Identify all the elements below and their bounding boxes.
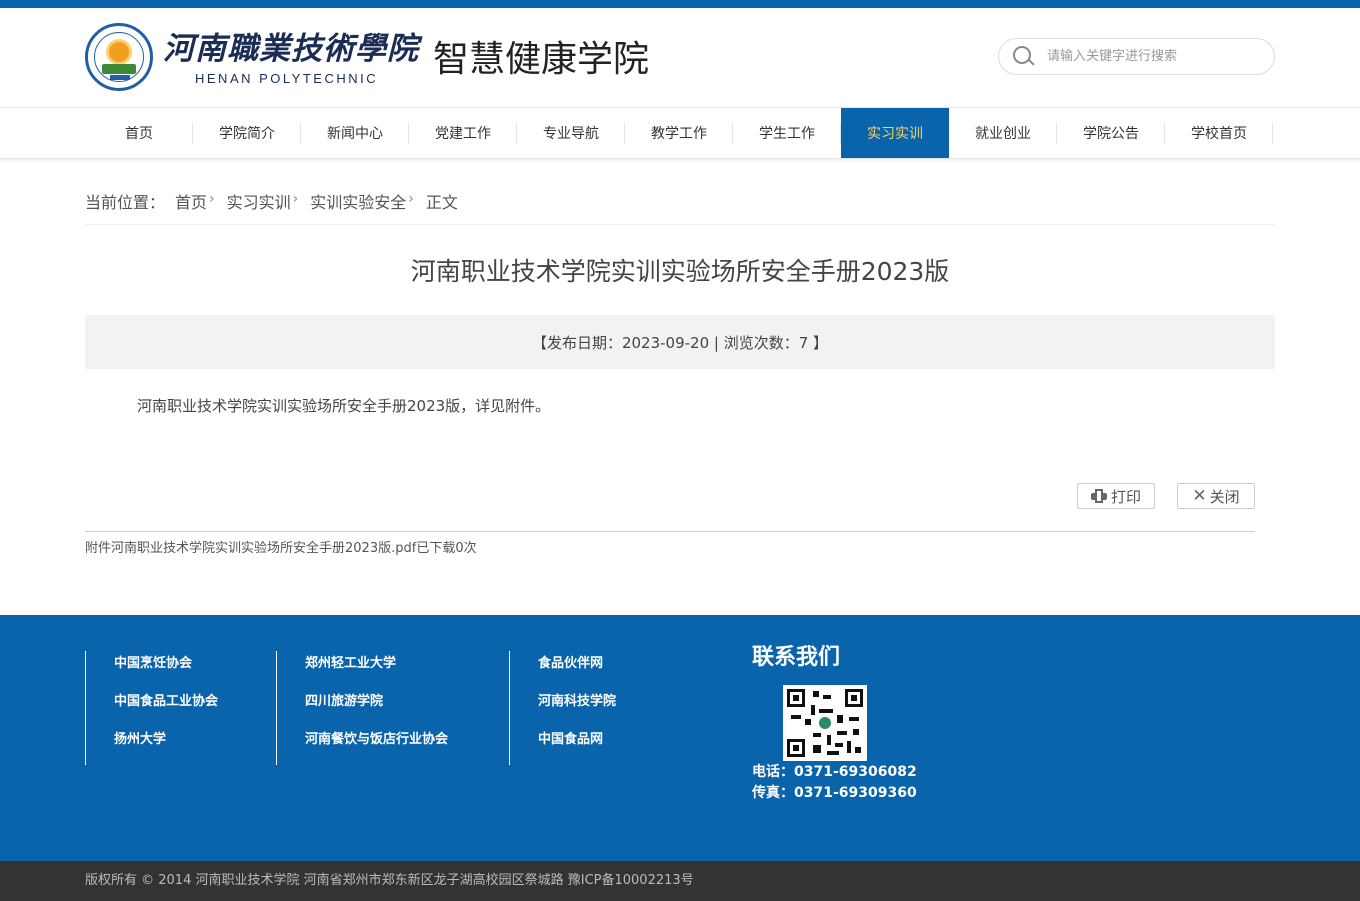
nav-item-notices[interactable]: 学院公告 xyxy=(1057,108,1165,158)
footer-link[interactable]: 四川旅游学院 xyxy=(277,689,508,727)
search-icon[interactable] xyxy=(1013,45,1035,68)
breadcrumb-home[interactable]: 首页 xyxy=(175,189,207,213)
footer-link[interactable]: 扬州大学 xyxy=(86,727,275,765)
footer-link[interactable]: 河南科技学院 xyxy=(510,689,709,727)
nav-item-majors[interactable]: 专业导航 xyxy=(517,108,625,158)
close-icon: ✕ xyxy=(1192,486,1207,506)
nav-item-about[interactable]: 学院简介 xyxy=(193,108,301,158)
breadcrumb-sep-icon: › xyxy=(209,191,215,207)
site-footer: 中国烹饪协会 中国食品工业协会 扬州大学 郑州轻工业大学 四川旅游学院 河南餐饮… xyxy=(0,615,1360,861)
article-meta: 【发布日期：2023-09-20 | 浏览次数：7 】 xyxy=(85,315,1275,369)
search-box[interactable] xyxy=(998,38,1275,75)
attachment-downloads: 已下载0次 xyxy=(416,541,477,556)
school-name-en: HENAN POLYTECHNIC xyxy=(195,70,379,86)
breadcrumb: 当前位置： 首页 › 实习实训 › 实训实验安全 › 正文 xyxy=(85,189,1275,225)
breadcrumb-sep-icon: › xyxy=(408,191,414,207)
top-accent-bar xyxy=(0,0,1360,8)
footer-link[interactable]: 中国食品网 xyxy=(510,727,709,765)
nav-list: 首页 学院简介 新闻中心 党建工作 专业导航 教学工作 学生工作 实习实训 就业… xyxy=(85,108,1273,158)
copyright-bar: 版权所有 © 2014 河南职业技术学院 河南省郑州市郑东新区龙子湖高校园区祭城… xyxy=(0,861,1360,901)
breadcrumb-safety[interactable]: 实训实验安全 xyxy=(310,189,406,213)
nav-item-employment[interactable]: 就业创业 xyxy=(949,108,1057,158)
breadcrumb-internship[interactable]: 实习实训 xyxy=(227,189,291,213)
nav-item-teaching[interactable]: 教学工作 xyxy=(625,108,733,158)
content-divider xyxy=(85,531,1255,532)
attachment-line: 附件河南职业技术学院实训实验场所安全手册2023版.pdf已下载0次 xyxy=(85,537,477,556)
nav-item-home[interactable]: 首页 xyxy=(85,108,193,158)
article-title: 河南职业技术学院实训实验场所安全手册2023版 xyxy=(410,257,950,286)
site-header: 河南職業技術學院 HENAN POLYTECHNIC 智慧健康学院 xyxy=(0,8,1360,108)
breadcrumb-current: 正文 xyxy=(425,193,458,212)
footer-links-col1: 中国烹饪协会 中国食品工业协会 扬州大学 xyxy=(85,651,275,765)
qr-code-icon xyxy=(783,685,867,761)
attachment-link[interactable]: 河南职业技术学院实训实验场所安全手册2023版.pdf xyxy=(111,541,416,556)
nav-item-school-home[interactable]: 学校首页 xyxy=(1165,108,1273,158)
nav-item-news[interactable]: 新闻中心 xyxy=(301,108,409,158)
nav-item-students[interactable]: 学生工作 xyxy=(733,108,841,158)
breadcrumb-prefix: 当前位置： xyxy=(85,193,166,212)
contact-phone: 电话：0371-69306082 xyxy=(752,764,917,780)
nav-item-internship[interactable]: 实习实训 xyxy=(841,108,949,158)
footer-links-col2: 郑州轻工业大学 四川旅游学院 河南餐饮与饭店行业协会 xyxy=(276,651,508,765)
footer-link[interactable]: 河南餐饮与饭店行业协会 xyxy=(277,727,508,765)
school-seal-icon xyxy=(85,23,153,91)
footer-link[interactable]: 郑州轻工业大学 xyxy=(277,651,508,689)
printer-icon xyxy=(1090,489,1107,503)
footer-link[interactable]: 中国食品工业协会 xyxy=(86,689,275,727)
attachment-prefix: 附件 xyxy=(85,541,112,556)
breadcrumb-sep-icon: › xyxy=(292,191,299,207)
dept-name: 智慧健康学院 xyxy=(433,39,650,80)
site-logo[interactable]: 河南職業技術學院 HENAN POLYTECHNIC 智慧健康学院 xyxy=(85,23,649,91)
school-name-cn: 河南職業技術學院 xyxy=(163,30,419,67)
print-button[interactable]: 打印 xyxy=(1077,483,1155,509)
contact-block: 联系我们 电话：0371-69306082 传真：0371-69309360 xyxy=(752,639,917,803)
close-button[interactable]: ✕ 关闭 xyxy=(1177,483,1255,509)
search-input[interactable] xyxy=(1047,49,1247,64)
footer-links-col3: 食品伙伴网 河南科技学院 中国食品网 xyxy=(509,651,709,765)
footer-link[interactable]: 中国烹饪协会 xyxy=(86,651,275,689)
footer-link[interactable]: 食品伙伴网 xyxy=(510,651,709,689)
contact-fax: 传真：0371-69309360 xyxy=(752,785,917,801)
nav-item-party[interactable]: 党建工作 xyxy=(409,108,517,158)
close-label: 关闭 xyxy=(1209,487,1240,506)
article-body: 河南职业技术学院实训实验场所安全手册2023版，详见附件。 xyxy=(137,397,551,415)
contact-title: 联系我们 xyxy=(752,645,841,670)
main-nav: 首页 学院简介 新闻中心 党建工作 专业导航 教学工作 学生工作 实习实训 就业… xyxy=(0,108,1360,159)
article-actions: 打印 ✕ 关闭 xyxy=(1077,483,1255,509)
print-label: 打印 xyxy=(1110,487,1141,506)
school-name: 河南職業技術學院 HENAN POLYTECHNIC xyxy=(163,29,419,86)
